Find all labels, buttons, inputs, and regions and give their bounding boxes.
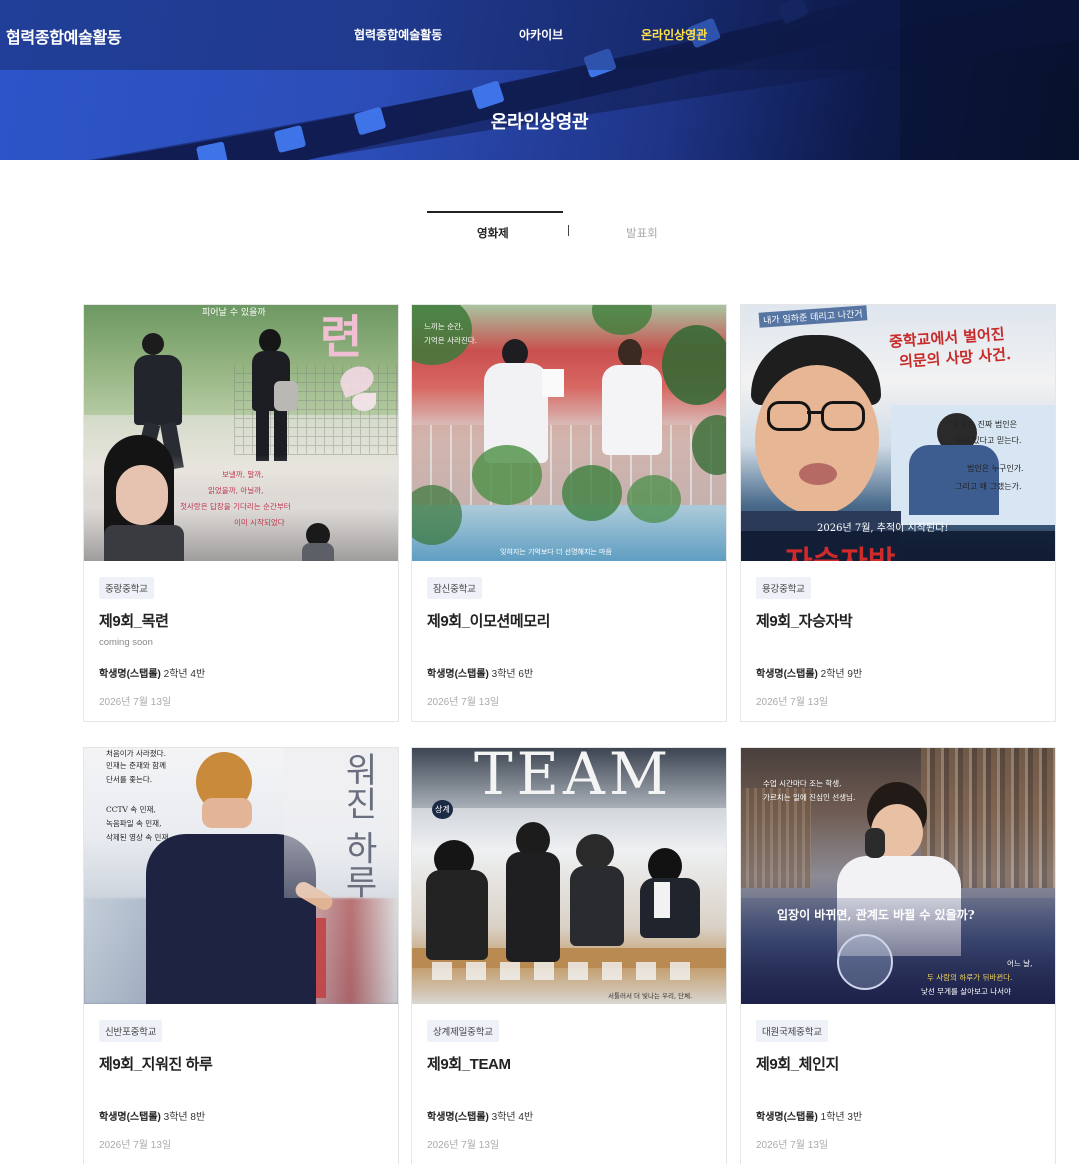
release-date: 2026년 7월 13일 [756, 1140, 829, 1151]
student-info: 학생명(스탭롤) 3학년 6반 [427, 665, 533, 680]
card-info: 잠신중학교 제9회_이모션메모리 학생명(스탭롤) 3학년 6반 2026년 7… [427, 577, 713, 708]
release-date: 2026년 7월 13일 [756, 697, 829, 708]
poster-copy-line: 기억은 사라진다. [424, 336, 478, 345]
release-date: 2026년 7월 13일 [427, 697, 500, 708]
school-badge: 용강중학교 [756, 577, 811, 599]
hero-banner: 협력종합예술활동 협력종합예술활동 아카이브 온라인상영관 온라인상영관 [0, 0, 1079, 160]
poster-copy-line: 처음이가 사라졌다. [106, 749, 166, 758]
student-info: 학생명(스탭롤) 3학년 4반 [427, 1108, 533, 1123]
student-info: 학생명(스탭롤) 3학년 8반 [99, 1108, 205, 1123]
movie-poster[interactable]: 내가 임하준 데리고 나간거 중학교에서 벌어진 의문의 사망 사건. 준호는 … [741, 305, 1055, 561]
movie-title[interactable]: 제9회_TEAM [427, 1053, 713, 1074]
card-info: 신반포중학교 제9회_지워진 하루 학생명(스탭롤) 3학년 8반 2026년 … [99, 1020, 385, 1151]
student-class: 2학년 9반 [820, 669, 863, 680]
release-date: 2026년 7월 13일 [427, 1140, 500, 1151]
poster-copy-line: 수업 시간마다 조는 학생, [763, 779, 842, 788]
movie-poster[interactable]: 피어날 수 있을까 련 보낼까, 말까, 읽었을까, 아닐까, 첫사랑은 답장을… [84, 305, 398, 561]
student-label: 학생명(스탭롤) [99, 669, 161, 680]
school-badge: 잠신중학교 [427, 577, 482, 599]
movie-poster[interactable]: 느끼는 순간, 기억은 사라진다. 잊혀지는 기억보다 더 선명해지는 마음 [412, 305, 726, 561]
poster-copy-line: 보낼까, 말까, [222, 470, 264, 479]
movie-title[interactable]: 제9회_체인지 [756, 1053, 1042, 1074]
poster-title-text: 워진 하루 [338, 752, 378, 899]
poster-copy-line: 어느 날, [1007, 959, 1033, 968]
poster-copy-line: 첫사랑은 답장을 기다리는 순간부터 [180, 502, 291, 511]
poster-copy-line: 그리고 왜 그랬는가. [955, 482, 1022, 491]
movie-title[interactable]: 제9회_목련 [99, 610, 385, 631]
release-date: 2026년 7월 13일 [99, 697, 172, 708]
poster-logo-text: 상계 [432, 800, 453, 819]
student-label: 학생명(스탭롤) [427, 1112, 489, 1123]
student-label: 학생명(스탭롤) [756, 1112, 818, 1123]
poster-copy-line: CCTV 속 민재, [106, 805, 156, 814]
movie-poster[interactable]: 수업 시간마다 조는 학생, 가르치는 일에 진심인 선생님. 입장이 바뀌면,… [741, 748, 1055, 1004]
poster-copy-line: 느끼는 순간, [424, 322, 464, 331]
student-info: 학생명(스탭롤) 1학년 3반 [756, 1108, 862, 1123]
poster-copy-line: 단서를 좇는다. [106, 775, 153, 784]
movie-card[interactable]: 피어날 수 있을까 련 보낼까, 말까, 읽었을까, 아닐까, 첫사랑은 답장을… [83, 304, 399, 722]
student-class: 3학년 8반 [163, 1112, 206, 1123]
school-badge: 대원국제중학교 [756, 1020, 828, 1042]
school-badge: 중랑중학교 [99, 577, 154, 599]
category-tabs: 영화제 발표회 [0, 211, 1079, 241]
movie-card[interactable]: 수업 시간마다 조는 학생, 가르치는 일에 진심인 선생님. 입장이 바뀌면,… [740, 747, 1056, 1164]
poster-copy-line: 민재는 준재와 함께 [106, 761, 166, 770]
nav-item-online-theater[interactable]: 온라인상영관 [641, 26, 707, 43]
card-info: 대원국제중학교 제9회_체인지 학생명(스탭롤) 1학년 3반 2026년 7월… [756, 1020, 1042, 1151]
tab-divider [568, 225, 569, 236]
school-badge: 상계제일중학교 [427, 1020, 499, 1042]
student-info: 학생명(스탭롤) 2학년 9반 [756, 665, 862, 680]
poster-copy-line: 두 사람의 하루가 뒤바뀐다. [927, 973, 1013, 982]
movie-title[interactable]: 제9회_자승자박 [756, 610, 1042, 631]
tab-presentation[interactable]: 발표회 [626, 225, 658, 241]
tab-film-festival[interactable]: 영화제 [477, 225, 509, 241]
movie-card[interactable]: TEAM 상계 서툴러서 더 빛나는 우리, 단체. 상계제일중학교 제9회_T… [411, 747, 727, 1164]
poster-copy-line: 읽었을까, 아닐까, [208, 486, 264, 495]
poster-copy-line: 따로 있다고 믿는다. [955, 436, 1022, 445]
student-label: 학생명(스탭롤) [427, 669, 489, 680]
movie-card[interactable]: 처음이가 사라졌다. 민재는 준재와 함께 단서를 좇는다. CCTV 속 민재… [83, 747, 399, 1164]
student-class: 1학년 3반 [820, 1112, 863, 1123]
student-class: 3학년 4반 [491, 1112, 534, 1123]
poster-copy-line: 삭제된 영상 속 민재. [106, 833, 171, 842]
movie-card[interactable]: 느끼는 순간, 기억은 사라진다. 잊혀지는 기억보다 더 선명해지는 마음 잠… [411, 304, 727, 722]
movie-status: coming soon [99, 637, 153, 648]
poster-copy-line: 범인은 누구인가. [967, 464, 1024, 473]
poster-tagline: 피어날 수 있을까 [202, 308, 266, 318]
student-class: 3학년 6반 [491, 669, 534, 680]
poster-copy-line: 녹음파일 속 민재, [106, 819, 162, 828]
nav-item-activity[interactable]: 협력종합예술활동 [354, 26, 442, 43]
movie-poster[interactable]: 처음이가 사라졌다. 민재는 준재와 함께 단서를 좇는다. CCTV 속 민재… [84, 748, 398, 1004]
poster-headline: 입장이 바뀌면, 관계도 바뀔 수 있을까? [777, 908, 975, 922]
movie-poster[interactable]: TEAM 상계 서툴러서 더 빛나는 우리, 단체. [412, 748, 726, 1004]
film-strip-background [0, 0, 1079, 160]
card-info: 상계제일중학교 제9회_TEAM 학생명(스탭롤) 3학년 4반 2026년 7… [427, 1020, 713, 1151]
movie-title[interactable]: 제9회_이모션메모리 [427, 610, 713, 631]
main-nav: 협력종합예술활동 아카이브 온라인상영관 [0, 26, 1079, 46]
movie-card[interactable]: 내가 임하준 데리고 나간거 중학교에서 벌어진 의문의 사망 사건. 준호는 … [740, 304, 1056, 722]
poster-title-text: TEAM [474, 748, 673, 808]
card-info: 용강중학교 제9회_자승자박 학생명(스탭롤) 2학년 9반 2026년 7월 … [756, 577, 1042, 708]
student-label: 학생명(스탭롤) [756, 669, 818, 680]
poster-tagline: 잊혀지는 기억보다 더 선명해지는 마음 [500, 548, 612, 556]
poster-copy-line: 낯선 무게를 살아보고 나서야 [921, 987, 1011, 996]
poster-copy-line: 2026년 7월, 추적이 시작된다! [817, 523, 949, 534]
student-class: 2학년 4반 [163, 669, 206, 680]
school-badge: 신반포중학교 [99, 1020, 163, 1042]
poster-title-text: 자승자박 [785, 537, 895, 561]
release-date: 2026년 7월 13일 [99, 1140, 172, 1151]
poster-copy-line: 가르치는 일에 진심인 선생님. [763, 793, 856, 802]
nav-item-archive[interactable]: 아카이브 [519, 26, 563, 43]
student-label: 학생명(스탭롤) [99, 1112, 161, 1123]
poster-copy-line: 준호는 진짜 범인은 [953, 420, 1017, 429]
page-title: 온라인상영관 [490, 112, 589, 132]
active-tab-indicator [427, 211, 563, 213]
poster-tagline: 서툴러서 더 빛나는 우리, 단체. [608, 992, 693, 1000]
student-info: 학생명(스탭롤) 2학년 4반 [99, 665, 205, 680]
poster-title-text: 련 [320, 310, 363, 364]
movie-title[interactable]: 제9회_지워진 하루 [99, 1053, 385, 1074]
poster-copy-line: 이미 시작되었다 [234, 518, 285, 527]
card-info: 중랑중학교 제9회_목련 coming soon 학생명(스탭롤) 2학년 4반… [99, 577, 385, 708]
